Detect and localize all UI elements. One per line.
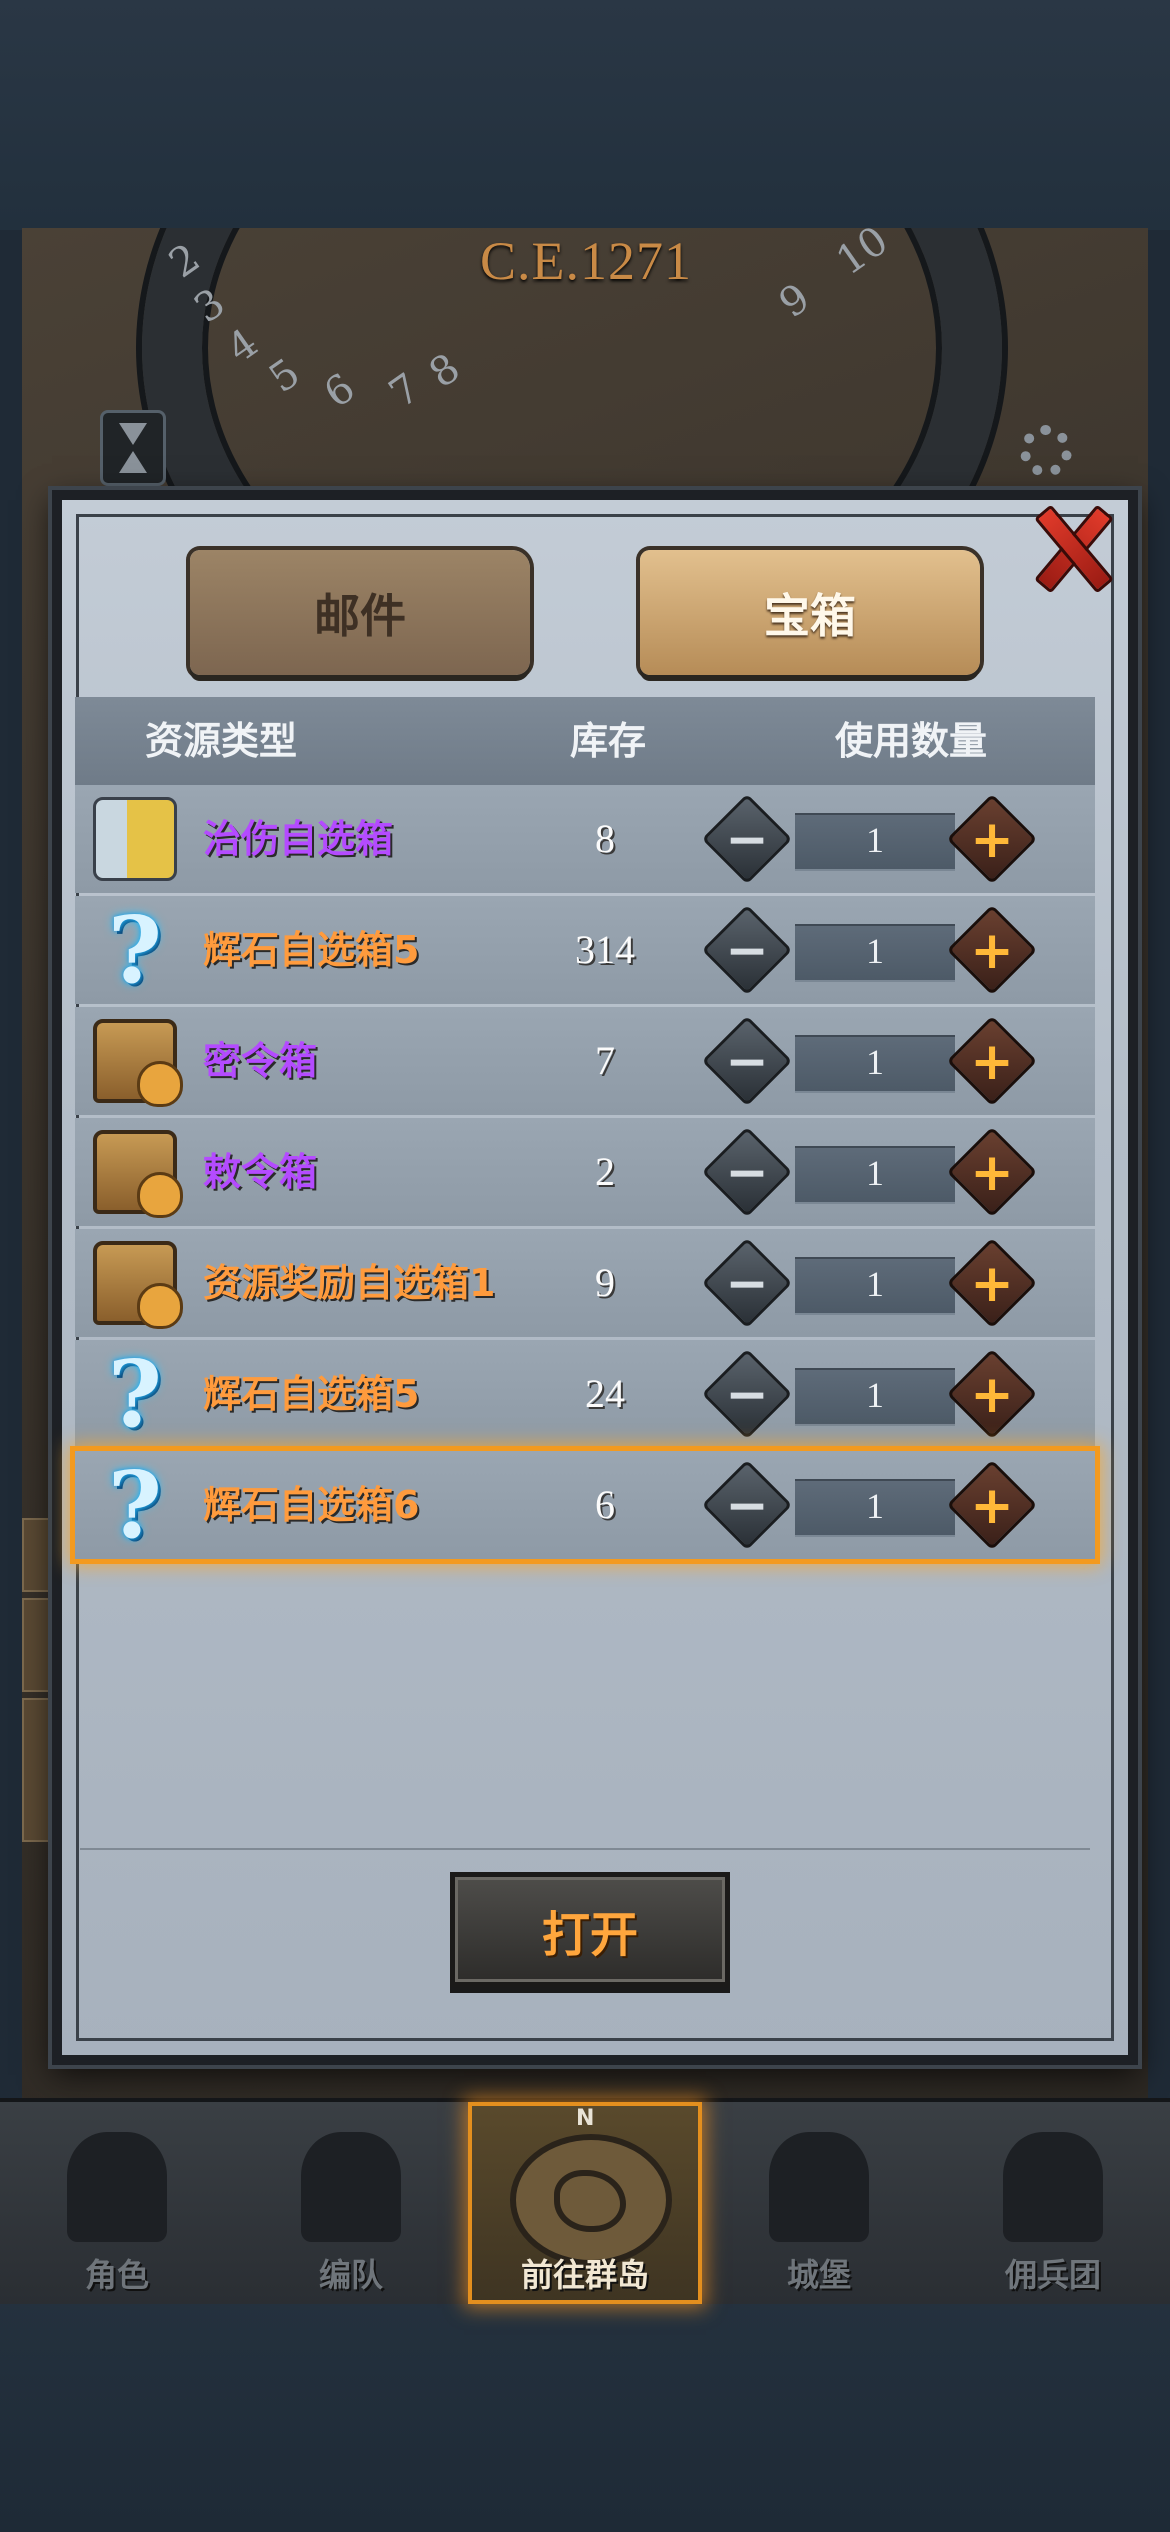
hourglass-icon[interactable] <box>100 410 166 486</box>
item-name: 辉石自选箱6 <box>203 1483 420 1527</box>
table-row[interactable]: 资源奖励自选箱1 9 1− + <box>75 1229 1095 1337</box>
item-list: 治伤自选箱 8 1− +? 辉石自选箱5 314 1− + 密令箱 7 1− + 敕令箱 2 1− + 资源奖励… <box>75 785 1095 1562</box>
table-row[interactable]: ? 辉石自选箱6 6 1− + <box>75 1451 1095 1559</box>
table-row[interactable]: ? 辉石自选箱5 24 1− + <box>75 1340 1095 1448</box>
plus-icon: + <box>970 1476 1014 1537</box>
item-name: 资源奖励自选箱1 <box>203 1261 496 1305</box>
item-stock: 2 <box>595 1149 615 1194</box>
plus-button[interactable]: + <box>946 793 1038 885</box>
bottom-nav: 角色 编队 N 前往群岛 城堡 佣兵团 <box>0 2098 1170 2304</box>
question-mark-icon: ? <box>108 1340 162 1448</box>
open-button[interactable]: 打开 <box>450 1872 730 1987</box>
nav-label: 编队 <box>318 2256 383 2294</box>
plus-icon: + <box>970 1032 1014 1093</box>
minus-button[interactable]: − <box>701 793 793 885</box>
treasure-chest-icon <box>93 1019 183 1107</box>
nav-label: 角色 <box>84 2256 149 2294</box>
table-row[interactable]: ? 辉石自选箱5 314 1− + <box>75 896 1095 1004</box>
compass-icon <box>510 2134 672 2266</box>
quantity-value[interactable]: 1 <box>795 1368 955 1422</box>
plus-icon: + <box>970 810 1014 871</box>
nav-item-mercenary[interactable]: 佣兵团 <box>936 2102 1170 2304</box>
item-stock: 6 <box>595 1482 615 1527</box>
mercenary-icon <box>1003 2132 1103 2242</box>
potion-icon <box>93 797 177 881</box>
divider <box>80 1848 1090 1850</box>
header-use-quantity: 使用数量 <box>835 719 988 763</box>
nav-label: 佣兵团 <box>1004 2256 1101 2294</box>
item-stock: 8 <box>595 816 615 861</box>
table-header: 资源类型 库存 使用数量 <box>75 697 1095 785</box>
item-name: 密令箱 <box>203 1039 318 1083</box>
minus-icon: − <box>725 1032 769 1093</box>
nav-item-character[interactable]: 角色 <box>0 2102 234 2304</box>
plus-button[interactable]: + <box>946 1237 1038 1329</box>
item-name: 辉石自选箱5 <box>203 1372 420 1416</box>
header-resource-type: 资源类型 <box>145 719 298 763</box>
header-stock: 库存 <box>570 719 647 763</box>
minus-button[interactable]: − <box>701 1015 793 1107</box>
plus-icon: + <box>970 1143 1014 1204</box>
table-row[interactable]: 治伤自选箱 8 1− + <box>75 785 1095 893</box>
question-mark-icon: ? <box>108 896 162 1004</box>
nav-item-formation[interactable]: 编队 <box>234 2102 468 2304</box>
nav-label: 前往群岛 <box>520 2256 649 2294</box>
quantity-value[interactable]: 1 <box>795 1146 955 1200</box>
plus-button[interactable]: + <box>946 904 1038 996</box>
minus-icon: − <box>725 810 769 871</box>
minus-icon: − <box>725 1143 769 1204</box>
plus-icon: + <box>970 1254 1014 1315</box>
minus-button[interactable]: − <box>701 1126 793 1218</box>
bottom-band <box>0 2300 1170 2532</box>
item-stock: 24 <box>585 1371 625 1416</box>
plus-icon: + <box>970 921 1014 982</box>
minus-icon: − <box>725 921 769 982</box>
quantity-value[interactable]: 1 <box>795 1479 955 1533</box>
item-stock: 7 <box>595 1038 615 1083</box>
quantity-value[interactable]: 1 <box>795 1257 955 1311</box>
quantity-value[interactable]: 1 <box>795 813 955 867</box>
nav-item-islands[interactable]: N 前往群岛 <box>468 2102 702 2304</box>
plus-icon: + <box>970 1365 1014 1426</box>
plus-button[interactable]: + <box>946 1126 1038 1218</box>
minus-button[interactable]: − <box>701 1348 793 1440</box>
item-stock: 314 <box>575 927 635 972</box>
minus-button[interactable]: − <box>701 1237 793 1329</box>
question-mark-icon: ? <box>108 1451 162 1559</box>
close-button[interactable] <box>1025 495 1115 595</box>
plus-button[interactable]: + <box>946 1348 1038 1440</box>
item-name: 辉石自选箱5 <box>203 928 420 972</box>
nav-item-castle[interactable]: 城堡 <box>702 2102 936 2304</box>
table-row[interactable]: 敕令箱 2 1− + <box>75 1118 1095 1226</box>
gear-icon[interactable] <box>1020 425 1072 477</box>
item-stock: 9 <box>595 1260 615 1305</box>
tab-mail[interactable]: 邮件 <box>190 550 530 675</box>
minus-icon: − <box>725 1365 769 1426</box>
minus-button[interactable]: − <box>701 1459 793 1551</box>
compass-north-label: N <box>576 2106 595 2131</box>
nav-label: 城堡 <box>786 2256 851 2294</box>
item-name: 敕令箱 <box>203 1150 318 1194</box>
minus-button[interactable]: − <box>701 904 793 996</box>
minus-icon: − <box>725 1254 769 1315</box>
castle-icon <box>769 2132 869 2242</box>
quantity-value[interactable]: 1 <box>795 1035 955 1089</box>
team-icon <box>301 2132 401 2242</box>
era-label: C.E.1271 <box>480 231 693 291</box>
treasure-chest-icon <box>93 1241 183 1329</box>
knight-icon <box>67 2132 167 2242</box>
quantity-value[interactable]: 1 <box>795 924 955 978</box>
plus-button[interactable]: + <box>946 1015 1038 1107</box>
minus-icon: − <box>725 1476 769 1537</box>
treasure-chest-icon <box>93 1130 183 1218</box>
table-row[interactable]: 密令箱 7 1− + <box>75 1007 1095 1115</box>
top-band <box>0 0 1170 230</box>
item-name: 治伤自选箱 <box>203 817 394 861</box>
plus-button[interactable]: + <box>946 1459 1038 1551</box>
tab-chest[interactable]: 宝箱 <box>640 550 980 675</box>
